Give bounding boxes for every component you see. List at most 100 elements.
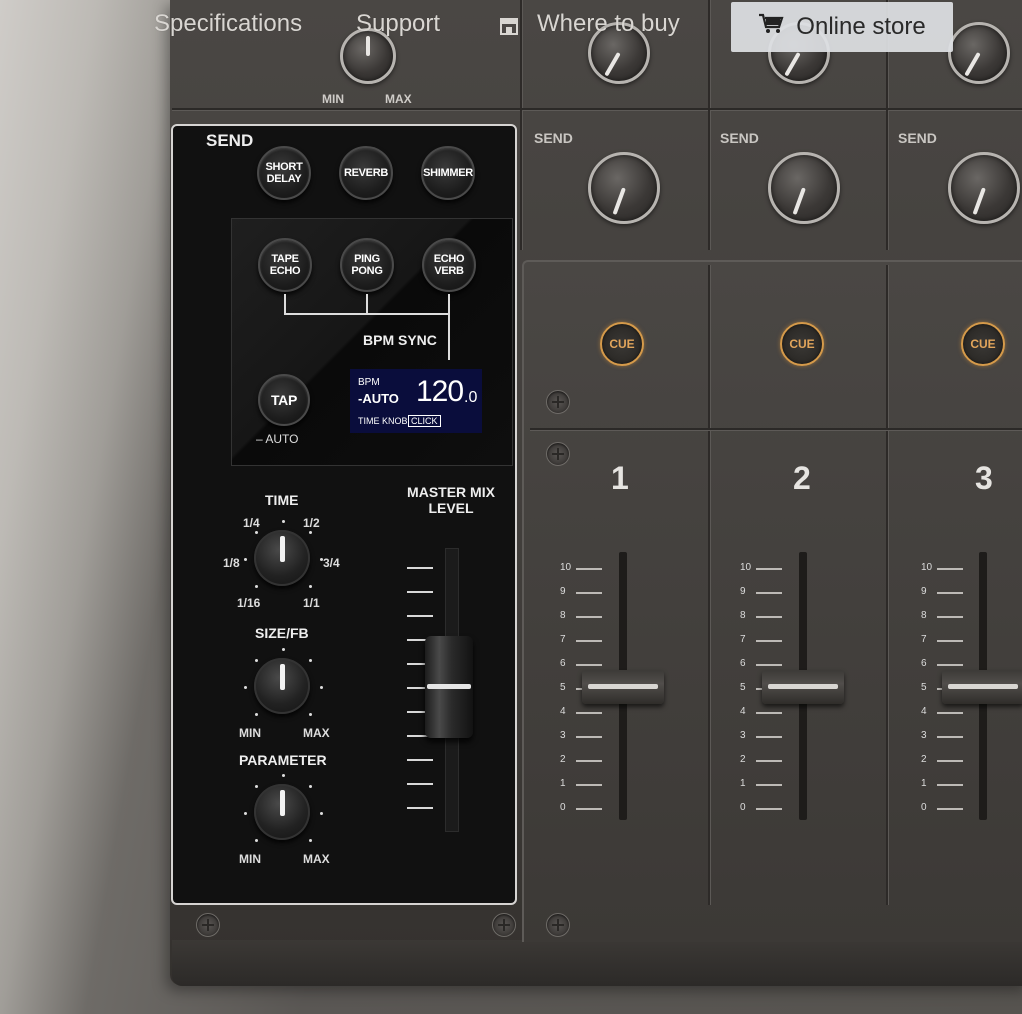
size-fb-label: SIZE/FB <box>255 625 309 641</box>
nav-where-to-buy[interactable]: Where to buy <box>537 10 680 38</box>
fader-scale-tick <box>576 808 602 810</box>
cue-button-ch1[interactable]: CUE <box>600 322 644 366</box>
fader-scale-number: 10 <box>921 562 933 573</box>
online-store-button[interactable]: Online store <box>731 2 953 52</box>
fader-scale-number: 7 <box>560 634 566 645</box>
time-tick-1-16: 1/16 <box>237 596 261 610</box>
knob-scale-dot <box>255 659 259 663</box>
param-max-label: MAX <box>303 852 330 866</box>
master-mix-tick <box>407 591 433 593</box>
size-min-label: MIN <box>239 726 261 740</box>
screw <box>492 913 516 937</box>
channel-divider <box>708 265 711 905</box>
fader-scale-number: 6 <box>560 658 566 669</box>
knob-scale-dot <box>244 558 247 561</box>
fader-scale-number: 10 <box>560 562 572 573</box>
fader-scale-number: 2 <box>560 754 566 765</box>
fader-scale-number: 5 <box>921 682 927 693</box>
size-max-label: MAX <box>303 726 330 740</box>
fader-scale-number: 4 <box>560 706 566 717</box>
knob-scale-dot <box>255 838 259 842</box>
master-mix-level-label: MASTER MIX LEVEL <box>407 484 495 516</box>
knob-scale-dot <box>282 648 285 651</box>
time-tick-3-4: 3/4 <box>323 556 340 570</box>
parameter-knob[interactable] <box>254 784 310 840</box>
fader-scale-number: 3 <box>560 730 566 741</box>
fader-scale-tick <box>937 760 963 762</box>
nav-specifications[interactable]: Specifications <box>154 10 302 38</box>
nav-support[interactable]: Support <box>356 10 440 38</box>
channel-number-3: 3 <box>975 460 993 496</box>
channel-panel <box>522 260 1022 942</box>
mixer-front-edge <box>172 940 1022 986</box>
channel-divider <box>520 110 523 250</box>
lcd-bpm-value: 120 <box>416 375 464 408</box>
knob-max-label: MAX <box>385 92 412 106</box>
send-knob-ch2[interactable] <box>768 152 840 224</box>
lcd-bpm-decimal: .0 <box>464 389 478 406</box>
channel-divider <box>886 265 889 905</box>
size-fb-knob[interactable] <box>254 658 310 714</box>
master-mix-tick <box>407 567 433 569</box>
screw <box>196 913 220 937</box>
send-knob-ch3[interactable] <box>948 152 1020 224</box>
fader-scale-number: 5 <box>560 682 566 693</box>
knob-scale-dot <box>282 774 285 777</box>
time-knob[interactable] <box>254 530 310 586</box>
knob-scale-dot <box>308 584 312 588</box>
channel-fader-ch2[interactable] <box>762 670 844 704</box>
fader-scale-number: 7 <box>921 634 927 645</box>
cart-icon <box>758 13 784 42</box>
time-tick-1-4: 1/4 <box>243 516 260 530</box>
cue-button-ch2[interactable]: CUE <box>780 322 824 366</box>
tap-button[interactable]: TAP <box>258 374 310 426</box>
lcd-time-knob-label: TIME KNOB <box>358 416 408 426</box>
fader-scale-tick <box>756 736 782 738</box>
time-tick-1-2: 1/2 <box>303 516 320 530</box>
reverb-button[interactable]: REVERB <box>339 146 393 200</box>
shimmer-button[interactable]: SHIMMER <box>421 146 475 200</box>
send-knob-ch1[interactable] <box>588 152 660 224</box>
fader-scale-tick <box>756 640 782 642</box>
screw <box>546 390 570 414</box>
fader-scale-tick <box>937 736 963 738</box>
channel-fader-ch3[interactable] <box>942 670 1022 704</box>
knob-scale-dot <box>244 812 247 815</box>
master-mix-fader[interactable] <box>425 636 473 738</box>
short-delay-button[interactable]: SHORT DELAY <box>257 146 311 200</box>
fader-scale-number: 0 <box>560 802 566 813</box>
fader-scale-number: 7 <box>740 634 746 645</box>
sync-line <box>448 294 450 360</box>
tap-auto-label: – AUTO <box>256 432 299 446</box>
fader-cap-line <box>427 684 471 689</box>
fader-scale-tick <box>756 616 782 618</box>
sync-line <box>366 294 368 314</box>
fader-scale-tick <box>937 592 963 594</box>
cue-button-ch3[interactable]: CUE <box>961 322 1005 366</box>
fader-scale-number: 9 <box>740 586 746 597</box>
channel-fader-ch1[interactable] <box>582 670 664 704</box>
bpm-display: BPM -AUTO 120 .0 TIME KNOB CLICK <box>350 369 482 433</box>
send-label-ch3: SEND <box>898 130 937 146</box>
fader-scale-number: 10 <box>740 562 752 573</box>
fader-scale-tick <box>756 760 782 762</box>
knob-scale-dot <box>282 520 285 523</box>
fader-scale-number: 6 <box>740 658 746 669</box>
parameter-label: PARAMETER <box>239 752 327 768</box>
fader-scale-number: 4 <box>740 706 746 717</box>
echo-verb-button[interactable]: ECHO VERB <box>422 238 476 292</box>
tape-echo-button[interactable]: TAPE ECHO <box>258 238 312 292</box>
lcd-bpm-label: BPM <box>358 377 380 388</box>
knob-scale-dot <box>320 558 323 561</box>
fader-scale-number: 0 <box>921 802 927 813</box>
fader-scale-number: 2 <box>740 754 746 765</box>
ping-pong-button[interactable]: PING PONG <box>340 238 394 292</box>
fader-scale-number: 1 <box>921 778 927 789</box>
fader-scale-tick <box>756 592 782 594</box>
fader-scale-number: 1 <box>740 778 746 789</box>
bpm-sync-section: TAPE ECHO PING PONG ECHO VERB BPM SYNC T… <box>231 218 513 466</box>
fader-scale-tick <box>756 712 782 714</box>
channel-divider <box>886 110 889 250</box>
fader-scale-tick <box>937 616 963 618</box>
master-mix-tick <box>407 615 433 617</box>
